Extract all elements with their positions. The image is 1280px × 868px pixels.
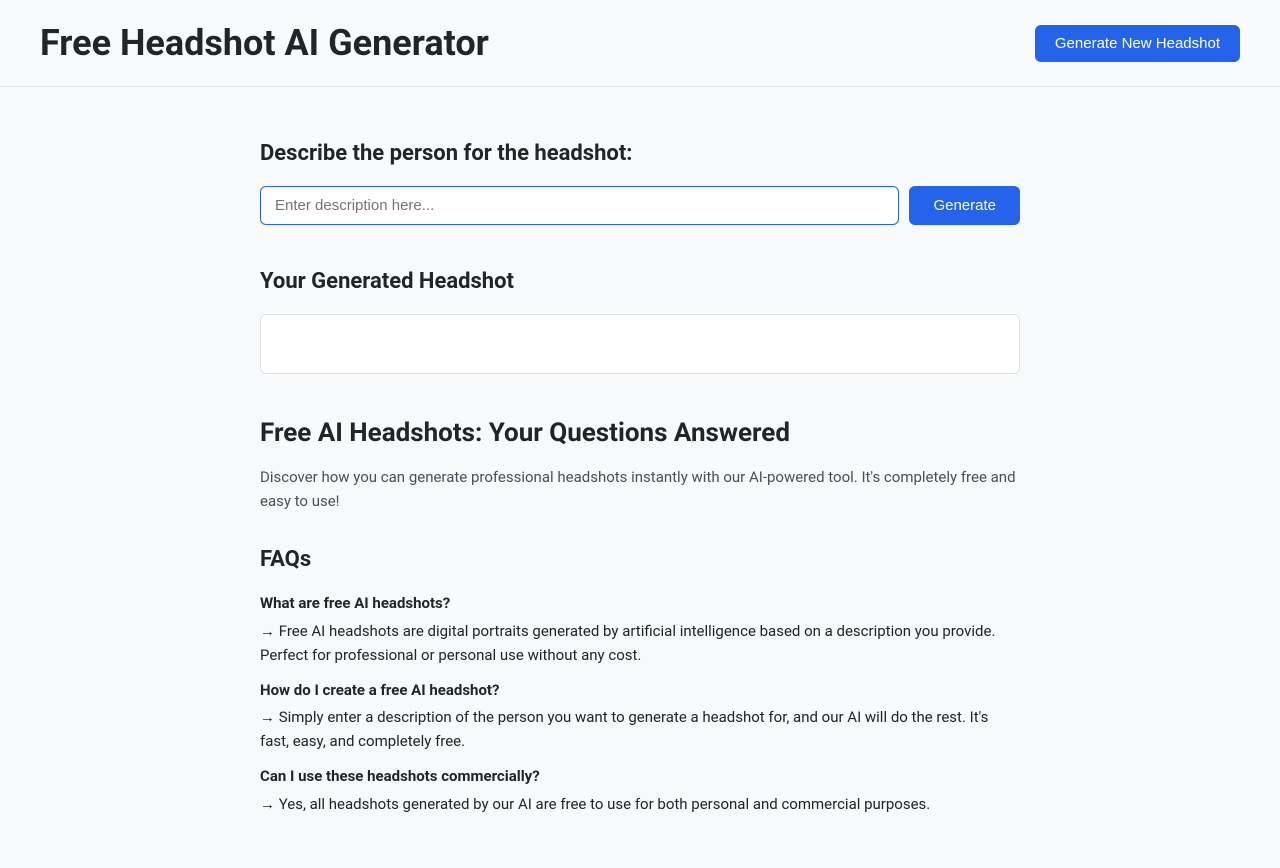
faq-item-1: What are free AI headshots? → Free AI he… bbox=[260, 592, 1020, 667]
description-input[interactable] bbox=[260, 186, 899, 225]
generated-headshot-section: Your Generated Headshot bbox=[260, 265, 1020, 374]
faq-intro-text: Discover how you can generate profession… bbox=[260, 465, 1020, 513]
faq-answer-1: → Free AI headshots are digital portrait… bbox=[260, 619, 1020, 667]
faqs-title: FAQs bbox=[260, 543, 1020, 576]
main-content: Describe the person for the headshot: Ge… bbox=[240, 87, 1040, 868]
generated-headshot-title: Your Generated Headshot bbox=[260, 265, 1020, 298]
faq-item-2: How do I create a free AI headshot? → Si… bbox=[260, 679, 1020, 754]
faq-item-3: Can I use these headshots commercially? … bbox=[260, 765, 1020, 816]
faq-intro-section: Free AI Headshots: Your Questions Answer… bbox=[260, 414, 1020, 513]
describe-label: Describe the person for the headshot: bbox=[260, 137, 1020, 170]
page-header: Free Headshot AI Generator Generate New … bbox=[0, 0, 1280, 87]
input-row: Generate bbox=[260, 186, 1020, 225]
faq-question-2: How do I create a free AI headshot? bbox=[260, 679, 1020, 702]
headshot-placeholder bbox=[260, 314, 1020, 374]
describe-section: Describe the person for the headshot: Ge… bbox=[260, 137, 1020, 225]
faq-question-3: Can I use these headshots commercially? bbox=[260, 765, 1020, 788]
faq-intro-title: Free AI Headshots: Your Questions Answer… bbox=[260, 414, 1020, 453]
faq-question-1: What are free AI headshots? bbox=[260, 592, 1020, 615]
faq-answer-2: → Simply enter a description of the pers… bbox=[260, 705, 1020, 753]
faqs-section: FAQs What are free AI headshots? → Free … bbox=[260, 543, 1020, 816]
generate-button[interactable]: Generate bbox=[909, 186, 1020, 225]
faq-answer-3: → Yes, all headshots generated by our AI… bbox=[260, 792, 1020, 816]
generate-new-button[interactable]: Generate New Headshot bbox=[1035, 25, 1240, 62]
page-title: Free Headshot AI Generator bbox=[40, 16, 489, 70]
